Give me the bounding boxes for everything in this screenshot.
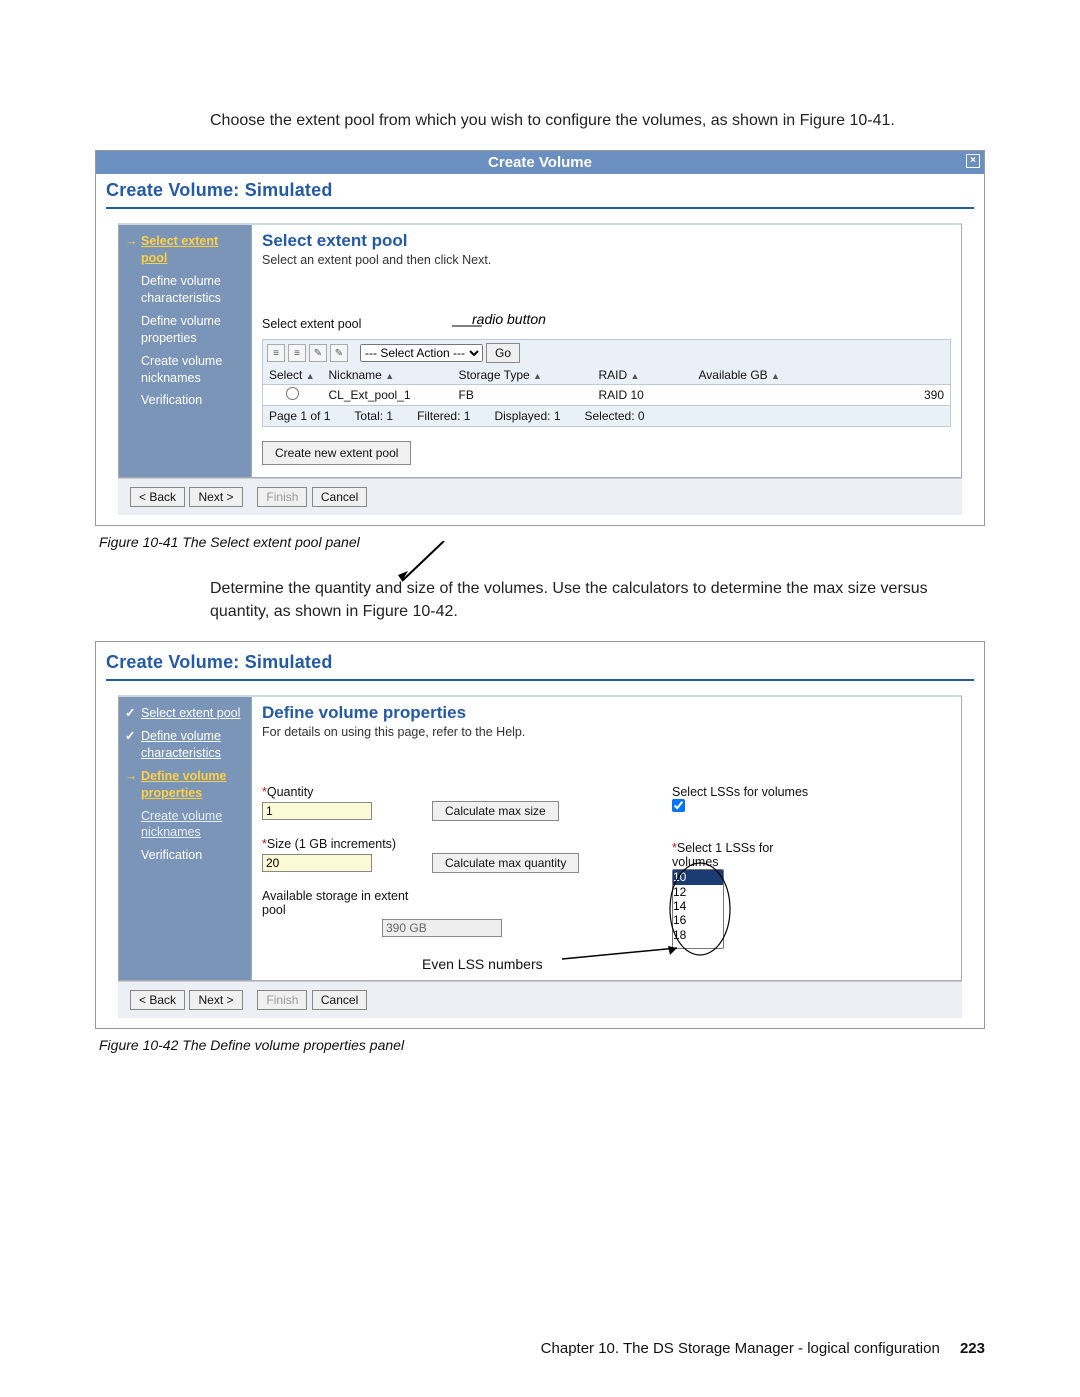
figure-caption-1: Figure 10-41 The Select extent pool pane… bbox=[99, 534, 985, 550]
figure-10-42: Create Volume: Simulated Select extent p… bbox=[95, 641, 985, 1029]
next-button[interactable]: Next > bbox=[189, 487, 242, 507]
annotation-radio-button: radio button bbox=[472, 311, 546, 327]
calculate-max-quantity-button[interactable]: Calculate max quantity bbox=[432, 853, 579, 873]
figure-10-41: Create Volume × Create Volume: Simulated… bbox=[95, 150, 985, 526]
cell-available-gb: 390 bbox=[693, 385, 951, 406]
pager-total: Total: 1 bbox=[354, 409, 393, 423]
cancel-button[interactable]: Cancel bbox=[312, 487, 367, 507]
dialog-subtitle: Create Volume: Simulated bbox=[106, 652, 333, 672]
sidebar-step-verification: Verification bbox=[141, 848, 202, 862]
pager-page: Page 1 of 1 bbox=[269, 409, 330, 423]
intro-paragraph-2: Determine the quantity and size of the v… bbox=[210, 578, 985, 623]
col-storage-type[interactable]: Storage Type bbox=[459, 368, 530, 382]
lss-listbox[interactable]: 1012141618 bbox=[672, 869, 724, 949]
table-pager: Page 1 of 1 Total: 1 Filtered: 1 Display… bbox=[262, 406, 951, 427]
wizard-nav-bar: < Back Next > Finish Cancel bbox=[118, 981, 962, 1018]
col-available-gb[interactable]: Available GB bbox=[699, 368, 768, 382]
toolbar-icon-3[interactable]: ✎ bbox=[309, 344, 327, 362]
toolbar-icon-1[interactable]: ≡ bbox=[267, 344, 285, 362]
sort-caret-icon[interactable]: ▲ bbox=[533, 371, 542, 381]
cell-nickname: CL_Ext_pool_1 bbox=[323, 385, 453, 406]
sort-caret-icon[interactable]: ▲ bbox=[631, 371, 640, 381]
close-icon[interactable]: × bbox=[966, 154, 980, 168]
extent-pool-table: Select ▲ Nickname ▲ Storage Type ▲ RAID … bbox=[262, 366, 951, 406]
dialog-title-bar: Create Volume × bbox=[96, 151, 984, 174]
footer-chapter: Chapter 10. The DS Storage Manager - log… bbox=[541, 1340, 940, 1357]
pager-displayed: Displayed: 1 bbox=[494, 409, 560, 423]
sidebar-step-select-extent-pool[interactable]: Select extent pool bbox=[141, 234, 218, 265]
next-button[interactable]: Next > bbox=[189, 990, 242, 1010]
sidebar-step-select-extent-pool[interactable]: Select extent pool bbox=[141, 706, 240, 720]
wizard-sidebar: Select extent pool Define volume charact… bbox=[119, 225, 251, 477]
dialog-title: Create Volume bbox=[488, 154, 592, 171]
section-title: Select extent pool bbox=[262, 231, 951, 251]
col-raid[interactable]: RAID bbox=[599, 368, 628, 382]
wizard-main-panel: Select extent pool Select an extent pool… bbox=[251, 225, 961, 477]
size-input[interactable] bbox=[262, 854, 372, 872]
sidebar-step-create-nicknames: Create volume nicknames bbox=[141, 354, 222, 385]
section-subtitle: Select an extent pool and then click Nex… bbox=[262, 253, 951, 267]
select-one-lss-label: Select 1 LSSs for volumes bbox=[672, 841, 792, 869]
wizard-nav-bar: < Back Next > Finish Cancel bbox=[118, 478, 962, 515]
cancel-button[interactable]: Cancel bbox=[312, 990, 367, 1010]
sidebar-step-define-properties: Define volume properties bbox=[141, 314, 221, 345]
back-button[interactable]: < Back bbox=[130, 487, 185, 507]
quantity-input[interactable] bbox=[262, 802, 372, 820]
col-select[interactable]: Select bbox=[269, 368, 302, 382]
toolbar-icon-2[interactable]: ≡ bbox=[288, 344, 306, 362]
finish-button: Finish bbox=[257, 487, 307, 507]
size-label: Size (1 GB increments) bbox=[262, 837, 642, 851]
page-footer: Chapter 10. The DS Storage Manager - log… bbox=[0, 1340, 985, 1357]
footer-page-number: 223 bbox=[960, 1340, 985, 1357]
sidebar-step-create-nicknames[interactable]: Create volume nicknames bbox=[141, 809, 222, 840]
toolbar-icon-4[interactable]: ✎ bbox=[330, 344, 348, 362]
go-button[interactable]: Go bbox=[486, 343, 520, 363]
sort-caret-icon[interactable]: ▲ bbox=[385, 371, 394, 381]
cell-storage-type: FB bbox=[453, 385, 593, 406]
sort-caret-icon[interactable]: ▲ bbox=[771, 371, 780, 381]
cell-raid: RAID 10 bbox=[593, 385, 693, 406]
pager-filtered: Filtered: 1 bbox=[417, 409, 470, 423]
calculate-max-size-button[interactable]: Calculate max size bbox=[432, 801, 559, 821]
select-lss-checkbox[interactable] bbox=[672, 799, 685, 812]
pager-selected: Selected: 0 bbox=[585, 409, 645, 423]
sidebar-step-verification: Verification bbox=[141, 393, 202, 407]
section-subtitle: For details on using this page, refer to… bbox=[262, 725, 951, 739]
section-title: Define volume properties bbox=[262, 703, 951, 723]
sidebar-step-define-characteristics[interactable]: Define volume characteristics bbox=[141, 729, 221, 760]
dialog-subtitle: Create Volume: Simulated bbox=[106, 180, 333, 200]
sort-caret-icon[interactable]: ▲ bbox=[306, 371, 315, 381]
select-action-dropdown[interactable]: --- Select Action --- bbox=[360, 344, 483, 362]
wizard-sidebar: Select extent pool Define volume charact… bbox=[119, 697, 251, 980]
col-nickname[interactable]: Nickname bbox=[329, 368, 382, 382]
annotation-even-lss: Even LSS numbers bbox=[422, 956, 543, 972]
sidebar-step-define-characteristics: Define volume characteristics bbox=[141, 274, 221, 305]
row-select-radio[interactable] bbox=[286, 387, 299, 400]
wizard-main-panel: Define volume properties For details on … bbox=[251, 697, 961, 980]
finish-button: Finish bbox=[257, 990, 307, 1010]
table-toolbar: ≡ ≡ ✎ ✎ --- Select Action --- Go bbox=[262, 339, 951, 366]
create-new-extent-pool-button[interactable]: Create new extent pool bbox=[262, 441, 411, 465]
select-lss-label: Select LSSs for volumes bbox=[672, 785, 808, 799]
available-storage-field bbox=[382, 919, 502, 937]
back-button[interactable]: < Back bbox=[130, 990, 185, 1010]
available-storage-label: Available storage in extent pool bbox=[262, 889, 412, 917]
table-row[interactable]: CL_Ext_pool_1 FB RAID 10 390 bbox=[263, 385, 951, 406]
quantity-label: Quantity bbox=[262, 785, 642, 799]
sidebar-step-define-properties[interactable]: Define volume properties bbox=[141, 769, 226, 800]
figure-caption-2: Figure 10-42 The Define volume propertie… bbox=[99, 1037, 985, 1053]
intro-paragraph-1: Choose the extent pool from which you wi… bbox=[210, 110, 985, 132]
select-extent-pool-label: Select extent pool bbox=[262, 317, 361, 331]
